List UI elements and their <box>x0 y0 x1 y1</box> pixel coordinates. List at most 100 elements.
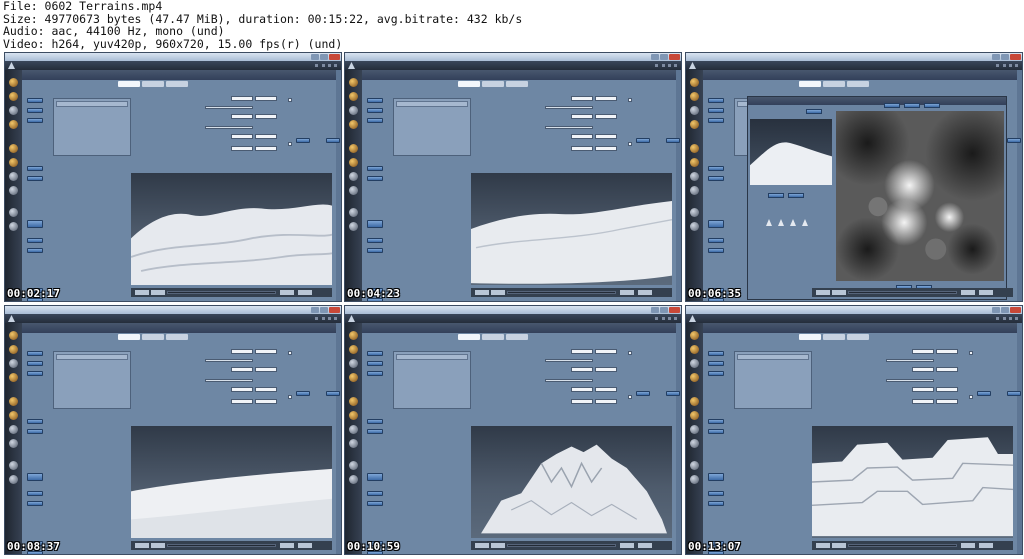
layer-button[interactable] <box>367 118 383 123</box>
terrain-viewport[interactable] <box>131 426 332 538</box>
tool-icon[interactable] <box>349 439 358 448</box>
map-size-field[interactable] <box>255 114 277 119</box>
layer-button[interactable] <box>367 351 383 356</box>
quality-slider[interactable] <box>205 126 253 129</box>
tool-icon[interactable] <box>690 475 699 484</box>
map-size-field[interactable] <box>231 367 253 372</box>
layer-button[interactable] <box>367 361 383 366</box>
map-size-field[interactable] <box>571 367 593 372</box>
video-frame-thumbnail-1[interactable]: 00:02:17 <box>4 52 342 302</box>
mix-button[interactable] <box>27 473 43 481</box>
video-frame-thumbnail-5[interactable]: 00:10:59 <box>344 305 682 555</box>
map-size-field[interactable] <box>255 134 277 139</box>
quality-slider[interactable] <box>886 359 934 362</box>
tool-icon[interactable] <box>9 158 18 167</box>
quality-slider[interactable] <box>545 126 593 129</box>
time-field[interactable] <box>491 543 505 548</box>
value-field[interactable] <box>231 146 253 151</box>
timeline-track[interactable] <box>167 291 276 294</box>
map-size-field[interactable] <box>595 134 617 139</box>
tab[interactable] <box>166 81 188 87</box>
tab[interactable] <box>482 81 504 87</box>
tab[interactable] <box>142 334 164 340</box>
tool-icon[interactable] <box>690 208 699 217</box>
tool-icon[interactable] <box>349 461 358 470</box>
zoom-field[interactable] <box>298 290 312 295</box>
quality-slider[interactable] <box>886 379 934 382</box>
tool-icon[interactable] <box>349 92 358 101</box>
export-button[interactable] <box>367 248 383 253</box>
move-button[interactable] <box>367 429 383 434</box>
render-button[interactable] <box>977 391 991 396</box>
terrain-viewport[interactable] <box>131 173 332 285</box>
displacement-checkbox[interactable] <box>288 351 292 355</box>
tool-icon[interactable] <box>690 186 699 195</box>
quality-slider[interactable] <box>205 379 253 382</box>
auto-checkbox[interactable] <box>288 142 292 146</box>
tool-icon[interactable] <box>690 439 699 448</box>
tool-icon[interactable] <box>690 120 699 129</box>
import-button[interactable] <box>367 491 383 496</box>
tool-icon[interactable] <box>349 331 358 340</box>
value-field[interactable] <box>231 399 253 404</box>
size-field[interactable] <box>571 96 593 101</box>
tool-icon[interactable] <box>690 222 699 231</box>
map-size-field[interactable] <box>255 387 277 392</box>
tool-icon[interactable] <box>690 106 699 115</box>
close-icon[interactable] <box>329 307 340 313</box>
quality-slider[interactable] <box>545 106 593 109</box>
zoom-field[interactable] <box>979 543 993 548</box>
export-button[interactable] <box>708 248 724 253</box>
tab[interactable] <box>166 334 188 340</box>
layer-button[interactable] <box>27 351 43 356</box>
tab[interactable] <box>506 334 528 340</box>
map-size-field[interactable] <box>571 387 593 392</box>
tool-icon[interactable] <box>690 345 699 354</box>
value-field[interactable] <box>595 146 617 151</box>
move-button[interactable] <box>367 176 383 181</box>
map-size-field[interactable] <box>595 114 617 119</box>
move-button[interactable] <box>27 429 43 434</box>
mix-button[interactable] <box>708 473 724 481</box>
tab[interactable] <box>823 334 845 340</box>
render-button[interactable] <box>636 391 650 396</box>
brush-tool-icon[interactable] <box>778 219 784 226</box>
layer-button[interactable] <box>27 108 43 113</box>
zoom-field[interactable] <box>961 543 975 548</box>
time-field[interactable] <box>475 543 489 548</box>
tool-icon[interactable] <box>690 331 699 340</box>
tool-icon[interactable] <box>9 345 18 354</box>
displacement-checkbox[interactable] <box>288 98 292 102</box>
tool-icon[interactable] <box>9 186 18 195</box>
auto-checkbox[interactable] <box>969 395 973 399</box>
reset-button[interactable] <box>666 391 680 396</box>
size-field[interactable] <box>595 96 617 101</box>
map-size-field[interactable] <box>231 387 253 392</box>
tool-icon[interactable] <box>9 439 18 448</box>
tool-icon[interactable] <box>349 144 358 153</box>
import-button[interactable] <box>27 238 43 243</box>
layer-button[interactable] <box>27 118 43 123</box>
tool-icon[interactable] <box>349 172 358 181</box>
tool-icon[interactable] <box>349 411 358 420</box>
tool-icon[interactable] <box>349 373 358 382</box>
tab[interactable] <box>142 81 164 87</box>
auto-checkbox[interactable] <box>288 395 292 399</box>
map-size-field[interactable] <box>936 387 958 392</box>
mix-button[interactable] <box>367 473 383 481</box>
map-size-field[interactable] <box>571 134 593 139</box>
move-button[interactable] <box>708 419 724 424</box>
preview-viewport[interactable] <box>750 119 832 185</box>
zoom-field[interactable] <box>638 290 652 295</box>
displacement-checkbox[interactable] <box>628 98 632 102</box>
video-frame-thumbnail-4[interactable]: 00:08:37 <box>4 305 342 555</box>
zoom-field[interactable] <box>280 543 294 548</box>
terrain-viewport[interactable] <box>471 426 672 538</box>
size-field[interactable] <box>255 349 277 354</box>
value-field[interactable] <box>571 146 593 151</box>
import-button[interactable] <box>27 491 43 496</box>
timeline-track[interactable] <box>848 544 957 547</box>
layer-item[interactable] <box>737 354 809 360</box>
tool-icon[interactable] <box>349 425 358 434</box>
export-button[interactable] <box>27 501 43 506</box>
